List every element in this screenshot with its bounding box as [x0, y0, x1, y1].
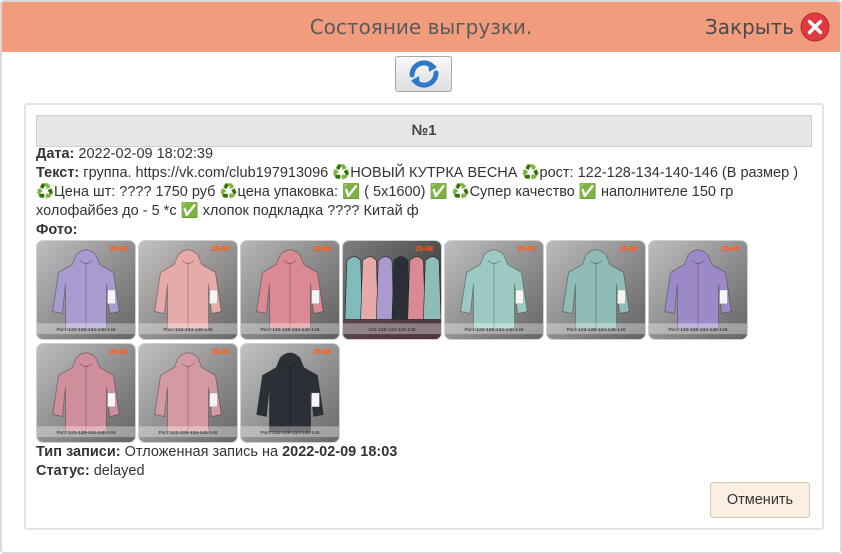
photo-caption: Рост:122-128-134-140-146	[56, 430, 115, 436]
modal-header: Состояние выгрузки. Закрыть	[2, 2, 840, 52]
photo-row: Фото:	[36, 221, 814, 240]
close-button[interactable]: Закрыть	[705, 11, 830, 43]
upload-status-modal: Состояние выгрузки. Закрыть №1 Дата: 202…	[0, 0, 842, 554]
photo-badge: 25-08	[518, 246, 536, 253]
refresh-icon	[408, 60, 439, 88]
product-photo[interactable]: 25-08 Рост:122-134-140-146	[138, 240, 238, 340]
status-row: Статус: delayed	[36, 462, 814, 481]
status-label: Статус:	[36, 463, 90, 479]
photo-badge: 25-08	[416, 246, 434, 253]
photo-badge: 25-08	[314, 349, 332, 356]
photo-caption: Рост:122-128-134-140-146	[158, 430, 217, 436]
photo-caption: Рост:122-128-134-140-146	[56, 327, 115, 333]
product-photo[interactable]: 25-08 Рост:122-128-134-140-146	[444, 240, 544, 340]
product-photo[interactable]: 25-08 Рост:122-128-134-140-146	[546, 240, 646, 340]
product-photo-image: 25-08 Рост:122-128-134-140-146	[139, 344, 237, 442]
type-row: Тип записи: Отложенная запись на 2022-02…	[36, 443, 814, 462]
text-value: группа. https://vk.com/club197913096 ♻️Н…	[36, 165, 799, 219]
cancel-button[interactable]: Отменить	[710, 482, 810, 518]
text-row: Текст: группа. https://vk.com/club197913…	[36, 164, 814, 221]
date-row: Дата: 2022-02-09 18:02:39	[36, 145, 814, 164]
photo-caption: Рост:122-128-134-140-146	[260, 327, 319, 333]
type-value: Отложенная запись на	[124, 444, 279, 460]
record-number: №1	[36, 115, 812, 147]
photo-badge: 25-08	[110, 349, 128, 356]
type-datetime: 2022-02-09 18:03	[282, 444, 398, 460]
product-photo-image: 25-08 Рост:122-128-134-140-146	[37, 344, 135, 442]
product-photo-image: 25-08 Рост:122-134-140-146	[139, 241, 237, 339]
product-photo[interactable]: 25-08 Рост:122-128-134-140-146	[648, 240, 748, 340]
product-photo-image: 25-08 Рост:122-128-134-140-146	[445, 241, 543, 339]
photo-caption: 122-128-134-140-146	[368, 327, 416, 333]
close-icon[interactable]	[800, 12, 830, 42]
product-photo-image: 25-08 Рост:122-128-134-140-146	[241, 344, 339, 442]
record-panel: №1 Дата: 2022-02-09 18:02:39 Текст: груп…	[24, 103, 824, 530]
photo-caption: Рост:122-128-134-140-146	[668, 327, 727, 333]
refresh-button[interactable]	[395, 56, 452, 92]
product-photo-image: 25-08 Рост:122-128-134-140-146	[649, 241, 747, 339]
photo-gallery: 25-08 Рост:122-128-134-140-146 25-08 Рост:1…	[36, 240, 814, 443]
photo-badge: 25-08	[620, 246, 638, 253]
date-label: Дата:	[36, 146, 75, 162]
product-photo-image: 25-08 Рост:122-128-134-140-146	[241, 241, 339, 339]
date-value: 2022-02-09 18:02:39	[78, 146, 214, 162]
product-photo[interactable]: 25-08 Рост:122-128-134-140-146	[36, 240, 136, 340]
photo-caption: Рост:122-128-134-140-146	[566, 327, 625, 333]
photo-badge: 25-08	[110, 246, 128, 253]
photo-label: Фото:	[36, 222, 78, 238]
photo-badge: 25-08	[212, 246, 230, 253]
product-photo-image: 25-08 122-128-134-140-146	[343, 241, 441, 339]
product-photo[interactable]: 25-08 Рост:122-128-134-140-146	[138, 343, 238, 443]
product-photo-image: 25-08 Рост:122-128-134-140-146	[37, 241, 135, 339]
close-label: Закрыть	[704, 15, 794, 39]
product-photo[interactable]: 25-08 Рост:122-128-134-140-146	[240, 343, 340, 443]
type-label: Тип записи:	[36, 444, 121, 460]
photo-caption: Рост:122-134-140-146	[163, 327, 213, 333]
product-photo[interactable]: 25-08 122-128-134-140-146	[342, 240, 442, 340]
status-value: delayed	[93, 463, 145, 479]
record-content: Дата: 2022-02-09 18:02:39 Текст: группа.…	[36, 145, 814, 481]
product-photo[interactable]: 25-08 Рост:122-128-134-140-146	[36, 343, 136, 443]
photo-badge: 25-08	[212, 349, 230, 356]
text-label: Текст:	[36, 165, 80, 181]
photo-caption: Рост:122-128-134-140-146	[260, 430, 319, 436]
photo-caption: Рост:122-128-134-140-146	[464, 327, 523, 333]
photo-badge: 25-08	[314, 246, 332, 253]
photo-badge: 25-08	[722, 246, 740, 253]
product-photo-image: 25-08 Рост:122-128-134-140-146	[547, 241, 645, 339]
product-photo[interactable]: 25-08 Рост:122-128-134-140-146	[240, 240, 340, 340]
